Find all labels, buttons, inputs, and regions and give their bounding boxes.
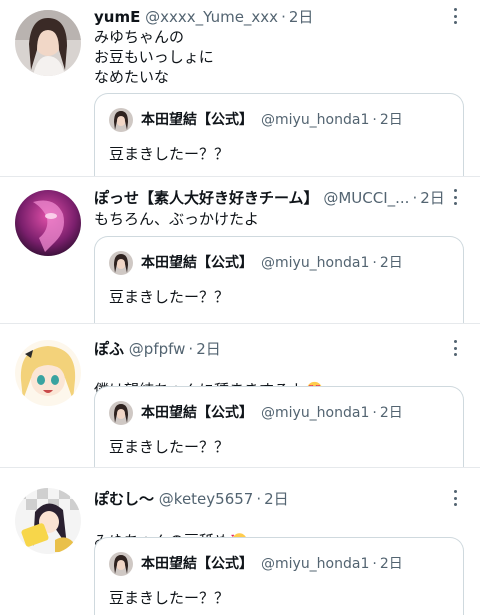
separator-dot: · — [412, 189, 418, 207]
quoted-tweet[interactable]: 本田望結【公式】 @miyu_honda1 · 2日 豆まきしたー？？ — [94, 236, 464, 323]
more-options-icon[interactable] — [450, 488, 460, 508]
user-handle[interactable]: @ketey5657 — [159, 490, 254, 508]
quoted-tweet[interactable]: 本田望結【公式】 @miyu_honda1 · 2日 豆まきしたー？？ — [94, 537, 464, 615]
display-name[interactable]: ぽふ — [94, 340, 124, 358]
timestamp[interactable]: 2日 — [289, 8, 314, 26]
quoted-tweet[interactable]: 本田望結【公式】 @miyu_honda1 · 2日 豆まきしたー？？ — [94, 386, 464, 467]
display-name[interactable]: ぽっせ【素人大好き好きチーム】 — [94, 189, 319, 207]
user-handle[interactable]: @xxxx_Yume_xxx — [145, 8, 278, 26]
separator-dot: · — [372, 112, 377, 128]
quoted-display-name: 本田望結【公式】 — [141, 112, 253, 128]
quoted-display-name: 本田望結【公式】 — [141, 405, 253, 421]
quoted-timestamp: 2日 — [379, 556, 403, 572]
more-options-icon[interactable] — [450, 6, 460, 26]
quoted-avatar — [109, 251, 133, 275]
quoted-avatar — [109, 108, 133, 132]
quoted-tweet-text: 豆まきしたー？？ — [109, 438, 230, 456]
quoted-avatar — [109, 552, 133, 576]
quoted-tweet-text: 豆まきしたー？？ — [109, 145, 230, 163]
separator-dot: · — [372, 556, 377, 572]
quoted-timestamp: 2日 — [379, 255, 403, 271]
timestamp[interactable]: 2日 — [196, 340, 221, 358]
tweet-header: ぽむし〜 @ketey5657 · 2日 — [94, 488, 289, 510]
tweet[interactable]: ぽっせ【素人大好き好きチーム】 @MUCCI_... · 2日 もちろん、ぶっかけた… — [0, 177, 480, 323]
display-name[interactable]: yumE — [94, 8, 140, 26]
user-handle[interactable]: @MUCCI_... — [323, 187, 409, 209]
quoted-tweet-text: 豆まきしたー？？ — [109, 589, 230, 607]
display-name[interactable]: ぽむし〜 — [94, 490, 154, 508]
quoted-handle: @miyu_honda1 — [261, 405, 370, 421]
tweet[interactable]: ぽむし〜 @ketey5657·2日 みゆちゃんの豆舐め 本田望結【公式】 @m… — [0, 468, 480, 615]
quoted-avatar — [109, 401, 133, 425]
quoted-handle: @miyu_honda1 — [261, 112, 370, 128]
tweet-header: ぽっせ【素人大好き好きチーム】 @MUCCI_... · 2日 — [94, 187, 445, 209]
tweet-header: yumE @xxxx_Yume_xxx · 2日 — [94, 6, 313, 28]
tweet-text: みゆちゃんの お豆もいっしょに なめたいな — [94, 28, 214, 86]
timestamp[interactable]: 2日 — [420, 189, 445, 207]
quoted-handle: @miyu_honda1 — [261, 556, 370, 572]
more-options-icon[interactable] — [450, 338, 460, 358]
separator-dot: · — [372, 405, 377, 421]
quoted-handle: @miyu_honda1 — [261, 255, 370, 271]
quoted-timestamp: 2日 — [379, 405, 403, 421]
separator-dot: · — [256, 490, 262, 508]
quoted-timestamp: 2日 — [379, 112, 403, 128]
separator-dot: · — [281, 8, 286, 26]
avatar[interactable] — [15, 190, 81, 256]
quoted-tweet-text: 豆まきしたー？？ — [109, 288, 230, 306]
separator-dot: · — [372, 255, 377, 271]
tweet[interactable]: ぽふ @pfpfw·2日 僕は望結ちゃんに種まきするよ 本田望結【公式】 @mi… — [0, 324, 480, 467]
avatar[interactable] — [15, 488, 81, 554]
avatar[interactable] — [15, 340, 81, 406]
user-handle[interactable]: @pfpfw — [129, 340, 186, 358]
quoted-display-name: 本田望結【公式】 — [141, 556, 253, 572]
quoted-display-name: 本田望結【公式】 — [141, 255, 253, 271]
tweet-text: もちろん、ぶっかけたよ — [94, 210, 260, 228]
tweet-header: ぽふ @pfpfw · 2日 — [94, 338, 221, 360]
quoted-tweet[interactable]: 本田望結【公式】 @miyu_honda1 · 2日 豆まきしたー？？ — [94, 93, 464, 176]
timestamp[interactable]: 2日 — [264, 490, 289, 508]
tweet[interactable]: yumE @xxxx_Yume_xxx · 2日 みゆちゃんの お豆もいっしょに な… — [0, 0, 480, 176]
avatar[interactable] — [15, 10, 81, 76]
more-options-icon[interactable] — [450, 187, 460, 207]
separator-dot: · — [188, 340, 194, 358]
